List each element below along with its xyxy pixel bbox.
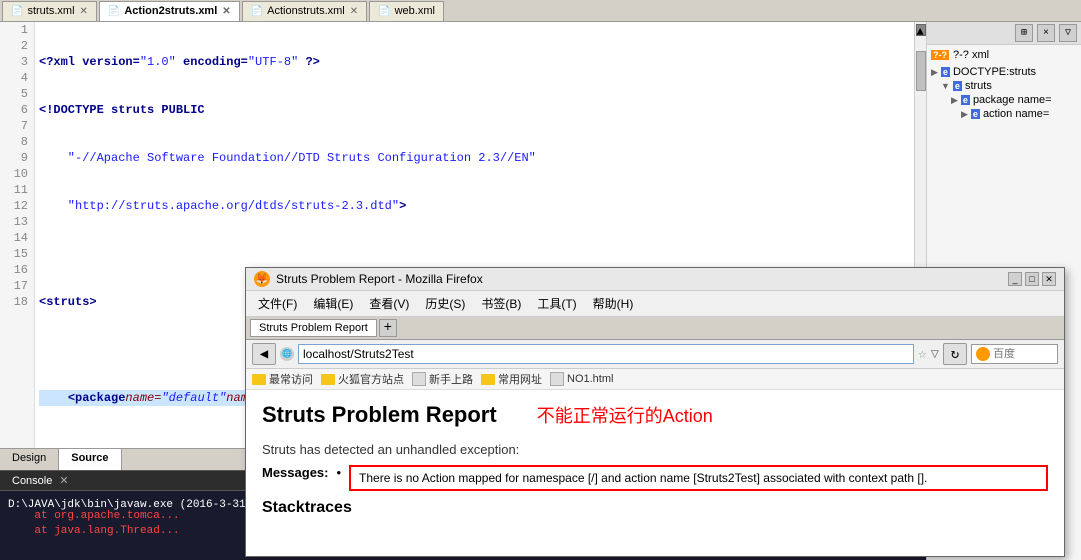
xml-file-icon: 📄 — [11, 6, 23, 17]
maximize-button[interactable]: □ — [1025, 272, 1039, 286]
console-tab[interactable]: Console ✕ — [4, 472, 77, 489]
tab-close-action[interactable]: ✕ — [350, 6, 358, 17]
messages-bullet: • — [336, 465, 341, 480]
xml-file-icon-2: 📄 — [108, 6, 120, 17]
bookmark-no1[interactable]: NO1.html — [550, 372, 613, 386]
right-panel-btn2[interactable]: × — [1037, 24, 1055, 42]
firefox-icon: 🦊 — [254, 271, 270, 287]
arrow-icon4: ▶ — [961, 109, 968, 120]
xml-type-row: ?-? ?-? xml — [931, 49, 1077, 61]
detected-text: Struts has detected an unhandled excepti… — [262, 442, 1048, 457]
browser-content: Struts Problem Report 不能正常运行的Action Stru… — [246, 390, 1064, 556]
bookmark-zuichang[interactable]: 最常访问 — [252, 371, 313, 387]
bookmark-huhu[interactable]: 火狐官方站点 — [321, 371, 404, 387]
cannot-run-label: 不能正常运行的Action — [537, 402, 713, 428]
refresh-button[interactable]: ↻ — [943, 343, 967, 365]
browser-window-controls: _ □ ✕ — [1008, 272, 1056, 286]
right-panel-toolbar: ⊞ × ▽ — [927, 22, 1081, 45]
menu-edit[interactable]: 编辑(E) — [305, 293, 361, 314]
right-panel-content: ?-? ?-? xml ▶ e DOCTYPE:struts ▼ e strut… — [927, 45, 1081, 125]
xml-file-icon-3: 📄 — [251, 6, 263, 17]
scroll-thumb[interactable] — [916, 51, 926, 91]
struts-icon: e — [953, 81, 962, 91]
bookmark-changyong[interactable]: 常用网址 — [481, 371, 542, 387]
tab-struts-xml[interactable]: 📄 struts.xml ✕ — [2, 1, 97, 21]
editor-tab-bar: 📄 struts.xml ✕ 📄 Action2struts.xml ✕ 📄 A… — [0, 0, 1081, 22]
right-panel-btn1[interactable]: ⊞ — [1015, 24, 1033, 42]
tab-web-xml[interactable]: 📄 web.xml — [369, 1, 444, 21]
menu-tools[interactable]: 工具(T) — [529, 293, 584, 314]
doctype-icon: e — [941, 67, 950, 77]
xml-question-icon: ?-? — [931, 50, 949, 60]
menu-file[interactable]: 文件(F) — [250, 293, 305, 314]
browser-tab-struts[interactable]: Struts Problem Report — [250, 319, 377, 337]
folder-icon3 — [481, 374, 495, 385]
bookmarks-bar: 最常访问 火狐官方站点 新手上路 常用网址 NO1.html — [246, 369, 1064, 390]
menu-history[interactable]: 历史(S) — [417, 293, 473, 314]
browser-addressbar: ◀ 🌐 ☆ ▽ ↻ — [246, 340, 1064, 369]
tab-close-struts[interactable]: ✕ — [80, 6, 88, 17]
tab-source[interactable]: Source — [59, 449, 121, 470]
page-icon — [412, 372, 426, 386]
close-button[interactable]: ✕ — [1042, 272, 1056, 286]
editor-area: 12345 678910 1112131415 161718 <?xml ver… — [0, 22, 926, 560]
minimize-button[interactable]: _ — [1008, 272, 1022, 286]
folder-icon — [252, 374, 266, 385]
browser-menubar: 文件(F) 编辑(E) 查看(V) 历史(S) 书签(B) 工具(T) 帮助(H… — [246, 291, 1064, 317]
arrow-icon2: ▼ — [941, 81, 950, 91]
console-close-btn[interactable]: ✕ — [59, 475, 68, 487]
stacktraces-title: Stacktraces — [262, 499, 1048, 517]
back-button[interactable]: ◀ — [252, 343, 276, 365]
browser-popup: 🦊 Struts Problem Report - Mozilla Firefo… — [245, 267, 1065, 557]
bookmark-star[interactable]: ☆ — [918, 346, 926, 363]
action-icon: e — [971, 109, 980, 119]
arrow-icon: ▶ — [931, 67, 938, 78]
search-container — [971, 344, 1058, 364]
tab-close-action2[interactable]: ✕ — [222, 6, 230, 17]
tab-design[interactable]: Design — [0, 449, 59, 470]
folder-icon2 — [321, 374, 335, 385]
browser-title: Struts Problem Report - Mozilla Firefox — [276, 272, 1002, 286]
search-engine-icon — [976, 347, 990, 361]
tab-actionstruts-xml[interactable]: 📄 Actionstruts.xml ✕ — [242, 1, 367, 21]
new-tab-button[interactable]: + — [379, 319, 397, 337]
bookmark-xinshou[interactable]: 新手上路 — [412, 371, 473, 387]
browser-tabs: Struts Problem Report + — [246, 317, 1064, 340]
tree-struts[interactable]: ▼ e struts — [941, 79, 1077, 93]
tree-doctype[interactable]: ▶ e DOCTYPE:struts — [931, 65, 1077, 79]
scroll-up-btn[interactable]: ▲ — [916, 24, 926, 36]
right-panel-btn3[interactable]: ▽ — [1059, 24, 1077, 42]
tab-action2struts-xml[interactable]: 📄 Action2struts.xml ✕ — [99, 1, 240, 21]
package-icon: e — [961, 95, 970, 105]
messages-content: There is no Action mapped for namespace … — [349, 465, 1048, 491]
site-icon: 🌐 — [280, 347, 294, 361]
xml-file-icon-4: 📄 — [378, 6, 390, 17]
search-input[interactable] — [993, 348, 1053, 360]
page-icon2 — [550, 372, 564, 386]
menu-view[interactable]: 查看(V) — [361, 293, 417, 314]
problem-report-title: Struts Problem Report — [262, 402, 497, 428]
bookmark-star2[interactable]: ▽ — [931, 346, 939, 363]
arrow-icon3: ▶ — [951, 95, 958, 106]
tree-package[interactable]: ▶ e package name= — [951, 93, 1077, 107]
address-input[interactable] — [298, 344, 914, 364]
menu-bookmarks[interactable]: 书签(B) — [473, 293, 529, 314]
menu-help[interactable]: 帮助(H) — [585, 293, 642, 314]
tree-action[interactable]: ▶ e action name= — [961, 107, 1077, 121]
messages-row: Messages: • There is no Action mapped fo… — [262, 465, 1048, 491]
messages-label: Messages: — [262, 465, 328, 480]
line-numbers: 12345 678910 1112131415 161718 — [0, 22, 35, 448]
browser-titlebar: 🦊 Struts Problem Report - Mozilla Firefo… — [246, 268, 1064, 291]
